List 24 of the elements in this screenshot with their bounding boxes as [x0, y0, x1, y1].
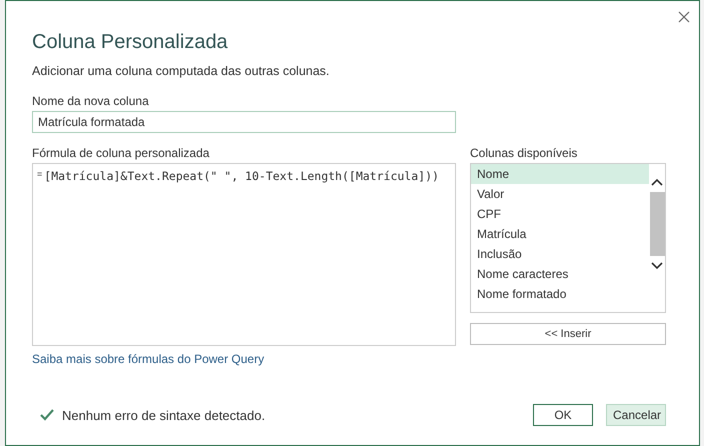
column-item[interactable]: Nome formatado — [471, 284, 649, 304]
dialog-title: Coluna Personalizada — [32, 31, 229, 54]
column-item[interactable]: Nome — [471, 164, 649, 184]
checkmark-icon — [40, 409, 54, 421]
column-item[interactable]: Valor — [471, 184, 649, 204]
close-icon[interactable] — [678, 11, 690, 23]
status-message: Nenhum erro de sintaxe detectado. — [62, 408, 266, 422]
column-item[interactable]: Nome caracteres — [471, 264, 649, 284]
ok-button[interactable]: OK — [533, 404, 593, 426]
scroll-up-icon[interactable] — [651, 178, 663, 186]
column-item[interactable]: Matrícula — [471, 224, 649, 244]
scrollbar-thumb[interactable] — [650, 192, 664, 256]
field-label: Fórmula de coluna personalizada — [32, 146, 210, 160]
insert-button[interactable]: << Inserir — [470, 323, 666, 345]
column-item[interactable]: Inclusão — [471, 244, 649, 264]
column-item[interactable]: CPF — [471, 204, 649, 224]
field-label: Nome da nova coluna — [32, 94, 150, 108]
help-link[interactable]: Saiba mais sobre fórmulas do Power Query — [32, 352, 264, 366]
cancel-button[interactable]: Cancelar — [606, 404, 666, 426]
column-name-field[interactable]: Matrícula formatada — [32, 111, 456, 133]
scroll-down-icon[interactable] — [651, 262, 663, 270]
dialog-description: Adicionar uma coluna computada das outras colunas. — [32, 64, 330, 78]
formula-field[interactable]: = [Matrícula]&Text.Repeat(" ", 10-Text.Length([Matrícula])) — [32, 163, 456, 346]
list-label: Colunas disponíveis — [470, 146, 578, 160]
